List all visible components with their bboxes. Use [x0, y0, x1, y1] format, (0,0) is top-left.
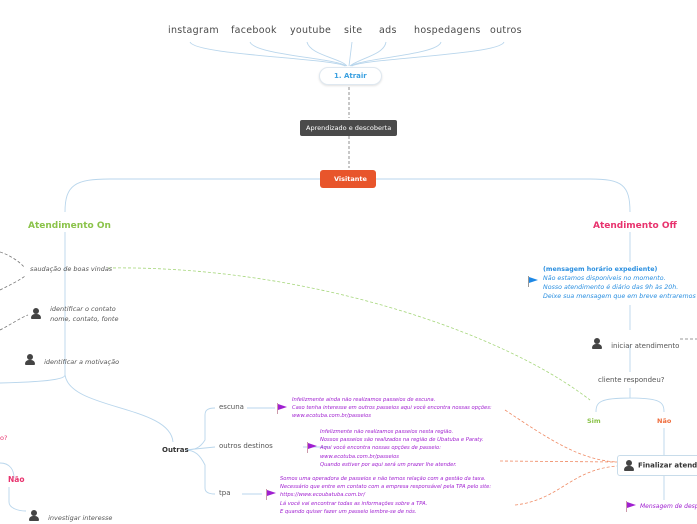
branch-escuna[interactable]: escuna [219, 403, 244, 411]
flag-icon [626, 501, 636, 512]
person-icon [31, 308, 41, 319]
greeting-node[interactable]: saudação de boas vindas [30, 265, 112, 273]
flag-icon [528, 276, 538, 287]
source-site[interactable]: site [344, 25, 362, 36]
learning-node[interactable]: Aprendizado e descoberta [300, 120, 398, 136]
start-service-label: iniciar atendimento [611, 342, 680, 350]
flag-icon [277, 403, 287, 414]
farewell-message: Mensagem de despe [640, 503, 697, 510]
identify-contact-fields: nome, contato, fonte [50, 314, 119, 323]
off-yes-label[interactable]: Sim [587, 417, 601, 425]
person-icon [29, 510, 39, 521]
source-youtube[interactable]: youtube [290, 25, 331, 36]
person-icon [25, 354, 35, 365]
source-ads[interactable]: ads [379, 25, 397, 36]
finish-service-label: Finalizar atendime [638, 461, 697, 470]
client-responded-question[interactable]: cliente respondeu? [598, 376, 665, 384]
identify-contact-label: identificar o contato [50, 304, 116, 313]
identify-motivation-label: identificar a motivação [44, 358, 120, 366]
others-node[interactable]: Outras [162, 446, 189, 454]
branch-outros-destinos[interactable]: outros destinos [219, 442, 273, 450]
off-message-title: (mensagem horário expediente) [543, 266, 658, 273]
attract-node[interactable]: 1. Atrair [319, 67, 382, 85]
start-service-node[interactable]: iniciar atendimento [592, 333, 679, 352]
off-title[interactable]: Atendimento Off [593, 221, 677, 231]
source-outros[interactable]: outros [490, 25, 522, 36]
on-title[interactable]: Atendimento On [28, 221, 111, 231]
partial-question: o? [0, 434, 8, 442]
off-message-node[interactable]: (mensagem horário expediente) Não estamos… [543, 265, 697, 301]
off-message-lines: Não estamos disponíveis no momento. Noss… [543, 275, 696, 300]
person-icon [592, 338, 602, 349]
escuna-message: Infelizmente ainda não realizamos passei… [292, 397, 492, 420]
investigate-node[interactable]: investigar interesse [29, 505, 112, 524]
finish-service-node[interactable]: Finalizar atendime [617, 455, 697, 476]
flag-icon [307, 442, 317, 453]
investigate-label: investigar interesse [48, 514, 113, 522]
source-hospedagens[interactable]: hospedagens [414, 25, 481, 36]
outros-destinos-message: Infelizmente não realizamos passeios nes… [320, 429, 484, 468]
off-no-label[interactable]: Não [657, 417, 671, 425]
identify-contact-node[interactable]: identificar o contato nome, contato, fon… [31, 303, 118, 324]
source-facebook[interactable]: facebook [231, 25, 277, 36]
flag-icon [266, 489, 276, 500]
branch-tpa[interactable]: tpa [219, 489, 230, 497]
identify-motivation-node[interactable]: identificar a motivação [25, 349, 119, 368]
tpa-message: Somos uma operadora de passeios e não te… [280, 476, 492, 515]
person-icon [624, 460, 634, 471]
on-no-label[interactable]: Não [8, 475, 25, 484]
source-instagram[interactable]: instagram [168, 25, 219, 36]
visitor-node[interactable]: Visitante [320, 170, 376, 188]
